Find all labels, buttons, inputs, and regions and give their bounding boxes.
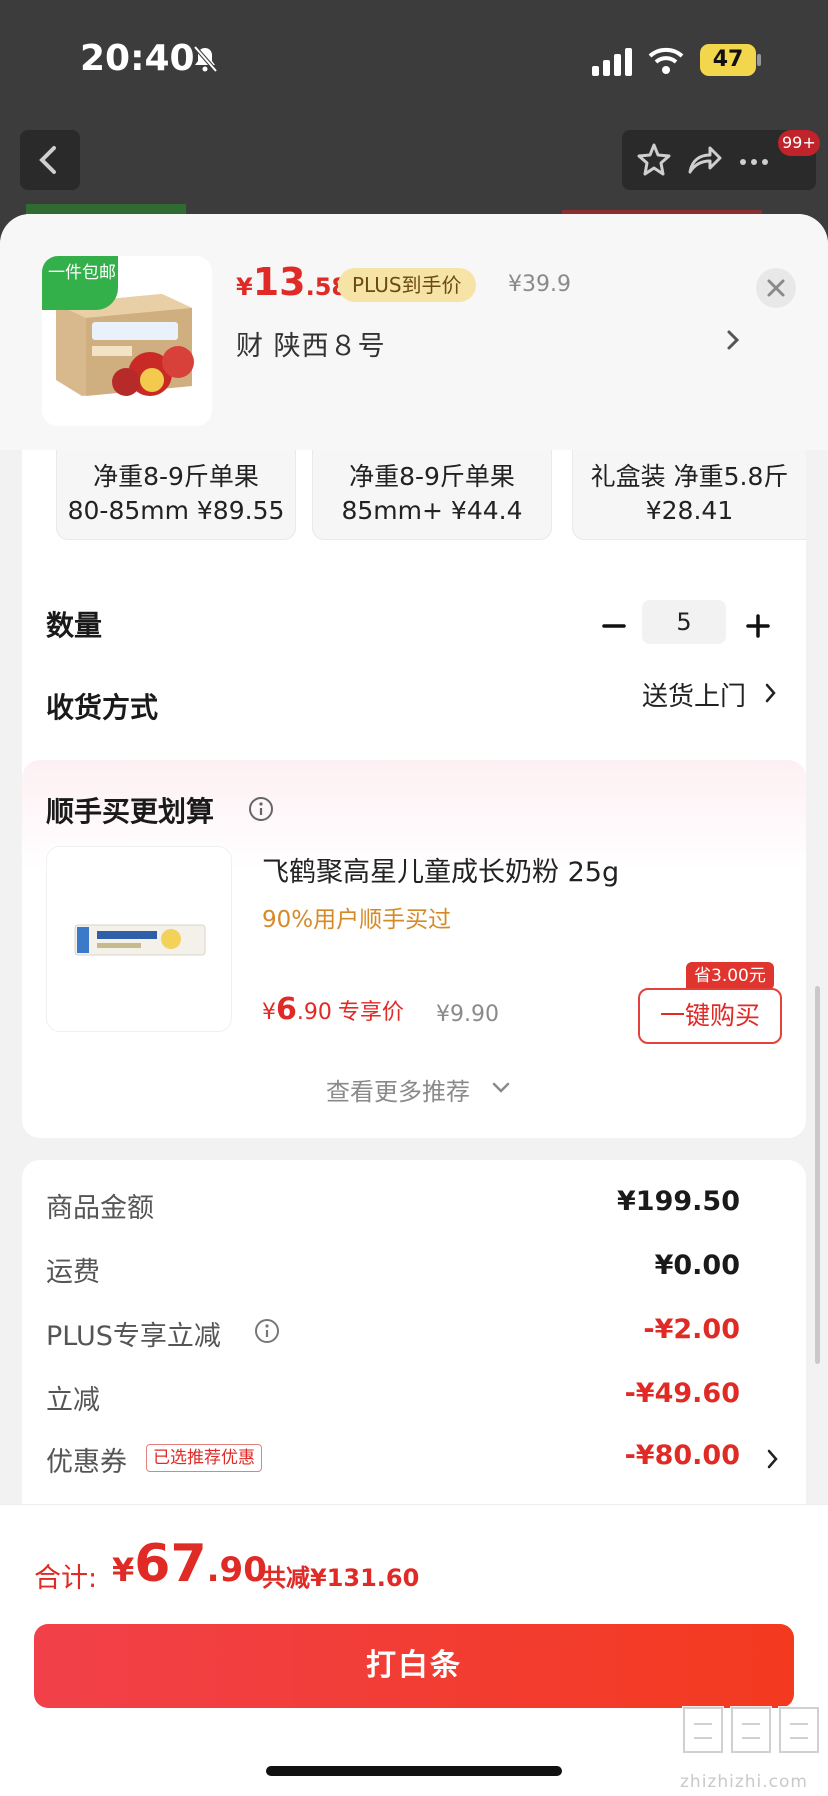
pay-button[interactable]: 打白条 — [34, 1624, 794, 1708]
price-decimal: .90 — [296, 1000, 332, 1025]
product-header: 一件包邮 ¥13.58 PLUS到手价 ¥39.9 财 陕西８号 — [0, 214, 828, 450]
more-recommend-link[interactable]: 查看更多推荐 — [326, 1072, 470, 1107]
product-image: 一件包邮 — [42, 256, 212, 426]
chevron-right-icon[interactable] — [762, 680, 780, 706]
selected-variant[interactable]: 财 陕西８号 — [236, 324, 386, 363]
summary-value: -¥2.00 — [643, 1314, 740, 1345]
spec-option-line2: ¥28.41 — [645, 496, 734, 525]
info-icon[interactable] — [254, 1318, 280, 1344]
plus-price-tag: PLUS到手价 — [338, 268, 476, 302]
minus-icon[interactable] — [594, 606, 634, 646]
recommend-item-popularity: 90%用户顺手买过 — [262, 907, 452, 933]
summary-value[interactable]: -¥80.00 — [625, 1440, 740, 1471]
notification-badge: 99+ — [778, 130, 820, 156]
chevron-right-icon[interactable] — [722, 326, 744, 354]
price-integer: 13 — [252, 260, 306, 304]
recommend-item-image[interactable] — [46, 846, 232, 1032]
bell-muted-icon — [193, 45, 218, 73]
purchase-sheet: 一件包邮 ¥13.58 PLUS到手价 ¥39.9 财 陕西８号 净重8-9斤单… — [0, 214, 828, 1796]
divider — [0, 1504, 828, 1505]
recommend-item-price: ¥6.90 专享价 — [262, 992, 404, 1027]
summary-value: ¥199.50 — [617, 1186, 740, 1217]
product-price: ¥13.58 — [236, 260, 348, 304]
spec-option-line1: 净重8-9斤单果 — [349, 462, 515, 491]
summary-label: PLUS专享立减 — [46, 1321, 221, 1352]
summary-label: 运费 — [46, 1257, 100, 1288]
total-discount: 共减¥131.60 — [262, 1564, 420, 1592]
spec-option-line1: 礼盒装 净重5.8斤 — [590, 462, 789, 491]
signal-icon — [592, 48, 632, 76]
total-label: 合计: — [34, 1563, 98, 1594]
price-integer: 6 — [276, 992, 297, 1027]
coupon-tag: 已选推荐优惠 — [146, 1444, 262, 1472]
summary-label: 优惠券 — [46, 1447, 127, 1478]
battery-cap — [757, 54, 761, 66]
milk-powder-image — [74, 924, 206, 956]
quantity-label: 数量 — [46, 609, 103, 642]
checkout-footer: 合计: ¥67.90 共减¥131.60 打白条 zhizhizhi.com — [0, 1504, 828, 1796]
spec-option-line2: 85mm+ ¥44.4 — [341, 496, 523, 525]
home-indicator[interactable] — [266, 1766, 562, 1776]
recommend-item-name[interactable]: 飞鹤聚高星儿童成长奶粉 25g — [262, 850, 619, 889]
currency-symbol: ¥ — [236, 273, 253, 301]
plus-icon[interactable] — [738, 606, 778, 646]
battery-level: 47 — [700, 44, 756, 76]
summary-label: 立减 — [46, 1385, 100, 1416]
total-price: ¥67.90 — [112, 1534, 267, 1594]
share-icon[interactable] — [684, 140, 724, 180]
wifi-icon — [648, 47, 684, 74]
watermark-text: zhizhizhi.com — [680, 1772, 808, 1792]
info-icon[interactable] — [248, 796, 274, 822]
free-shipping-tag: 一件包邮 — [42, 256, 118, 310]
spec-option[interactable]: 净重8-9斤单果 80-85mm ¥89.55 — [56, 450, 296, 540]
summary-value: ¥0.00 — [654, 1250, 740, 1281]
chevron-left-icon — [39, 146, 56, 174]
spec-option-line1: 净重8-9斤单果 — [93, 462, 259, 491]
one-click-buy-button[interactable]: 一键购买 — [638, 988, 782, 1044]
status-bar: 20:40 47 — [0, 0, 828, 120]
currency-symbol: ¥ — [112, 1551, 135, 1589]
spec-option-line2: 80-85mm ¥89.55 — [67, 496, 285, 525]
recommend-title: 顺手买更划算 — [46, 795, 215, 828]
price-label: 专享价 — [337, 1000, 404, 1025]
save-badge: 省3.00元 — [686, 962, 774, 990]
original-price: ¥39.9 — [508, 272, 571, 297]
more-icon[interactable] — [734, 140, 774, 180]
price-decimal: .90 — [206, 1550, 267, 1590]
scrollbar[interactable] — [815, 986, 820, 1364]
quantity-input[interactable]: 5 — [642, 600, 726, 644]
summary-value: -¥49.60 — [624, 1378, 740, 1409]
recommend-original-price: ¥9.90 — [436, 1002, 499, 1027]
back-button[interactable] — [20, 130, 80, 190]
price-integer: 67 — [134, 1534, 207, 1594]
star-icon[interactable] — [634, 140, 674, 180]
spec-option[interactable]: 净重8-9斤单果 85mm+ ¥44.4 — [312, 450, 552, 540]
close-icon — [767, 279, 785, 297]
recommend-card: 顺手买更划算 飞鹤聚高星儿童成长奶粉 25g 90%用户顺手买过 ¥6.90 专享… — [22, 760, 806, 1138]
chevron-right-icon[interactable] — [764, 1446, 782, 1472]
spec-option[interactable]: 礼盒装 净重5.8斤 ¥28.41 — [572, 450, 806, 540]
delivery-label: 收货方式 — [46, 691, 159, 724]
close-button[interactable] — [756, 268, 796, 308]
summary-label: 商品金额 — [46, 1193, 154, 1224]
chevron-down-icon[interactable] — [490, 1080, 512, 1096]
status-time: 20:40 — [80, 38, 195, 79]
currency-symbol: ¥ — [262, 1000, 276, 1025]
delivery-method[interactable]: 送货上门 — [642, 676, 746, 713]
